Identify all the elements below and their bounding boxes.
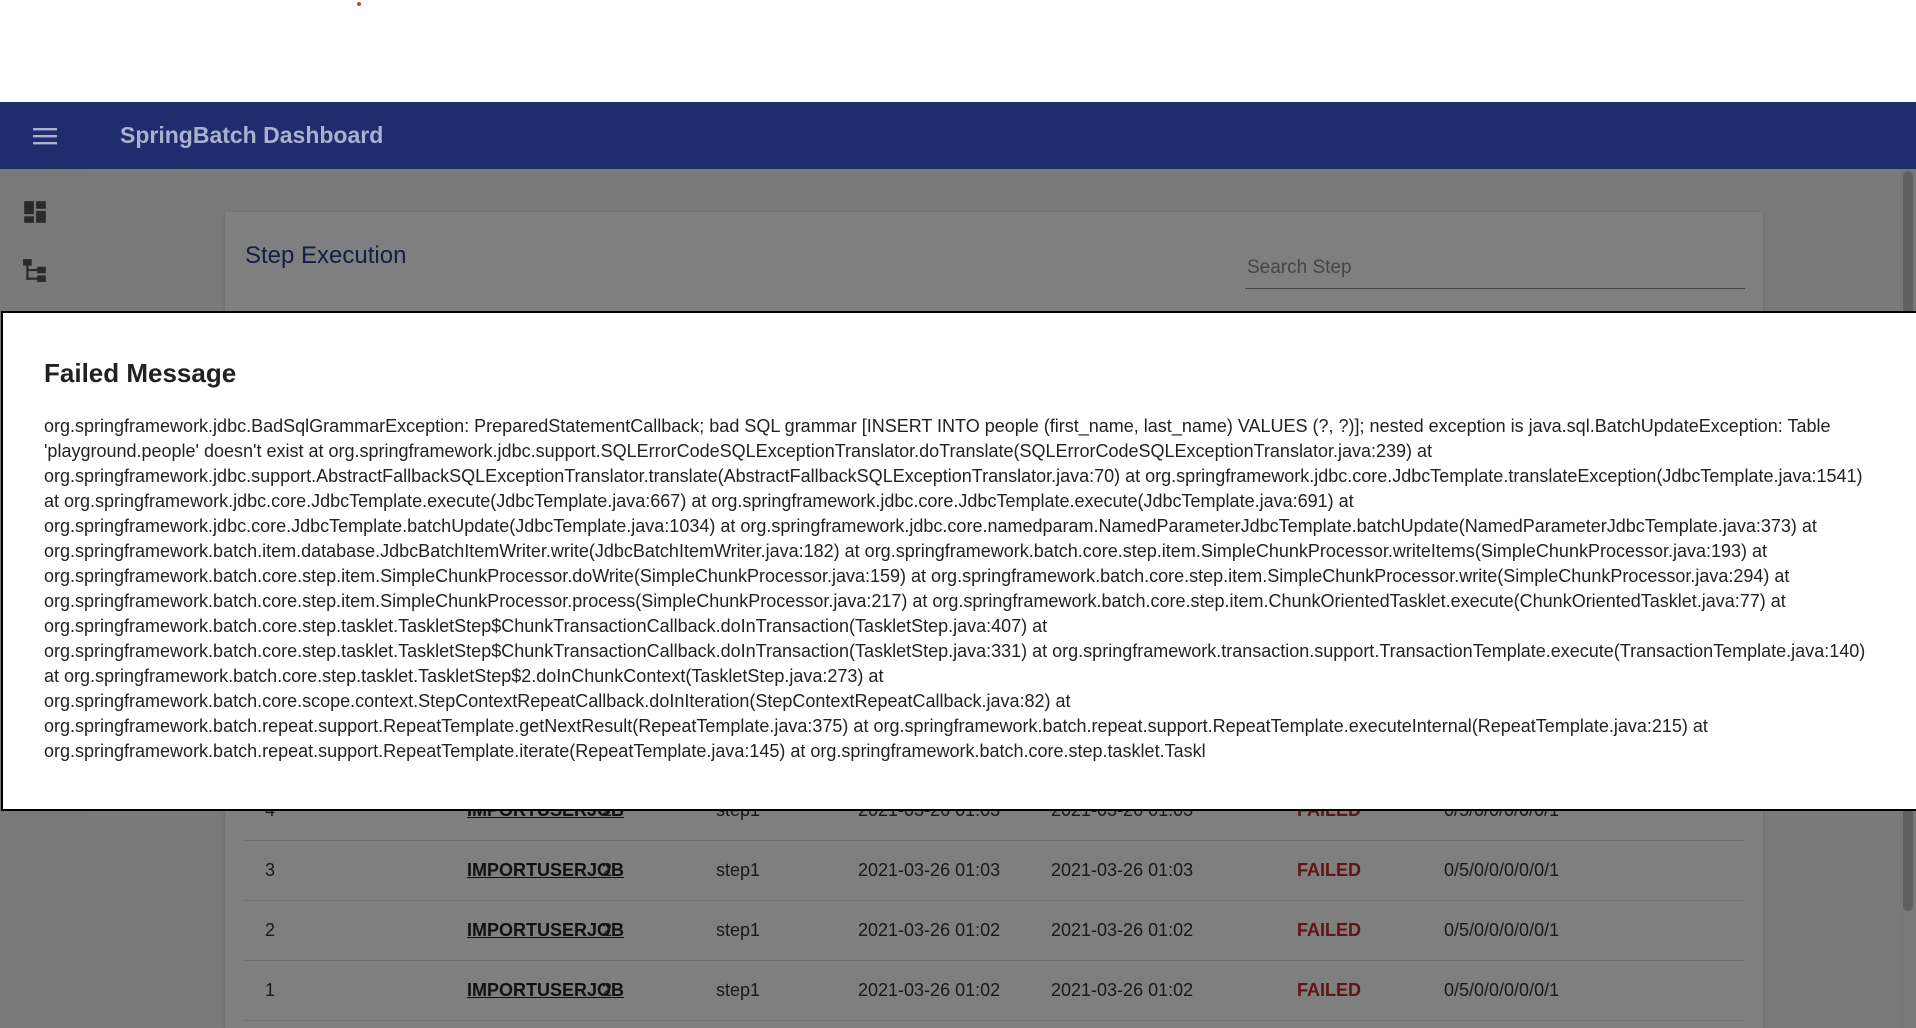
app-bar: SpringBatch Dashboard bbox=[0, 102, 1916, 169]
red-dot-marker bbox=[357, 2, 361, 6]
menu-button[interactable] bbox=[0, 102, 90, 169]
app-title: SpringBatch Dashboard bbox=[120, 122, 384, 148]
failed-message-dialog: Failed Message org.springframework.jdbc.… bbox=[1, 311, 1916, 811]
hamburger-menu-icon bbox=[33, 127, 57, 144]
dialog-title: Failed Message bbox=[44, 358, 237, 388]
error-message-text: org.springframework.jdbc.BadSqlGrammarEx… bbox=[44, 416, 1866, 761]
